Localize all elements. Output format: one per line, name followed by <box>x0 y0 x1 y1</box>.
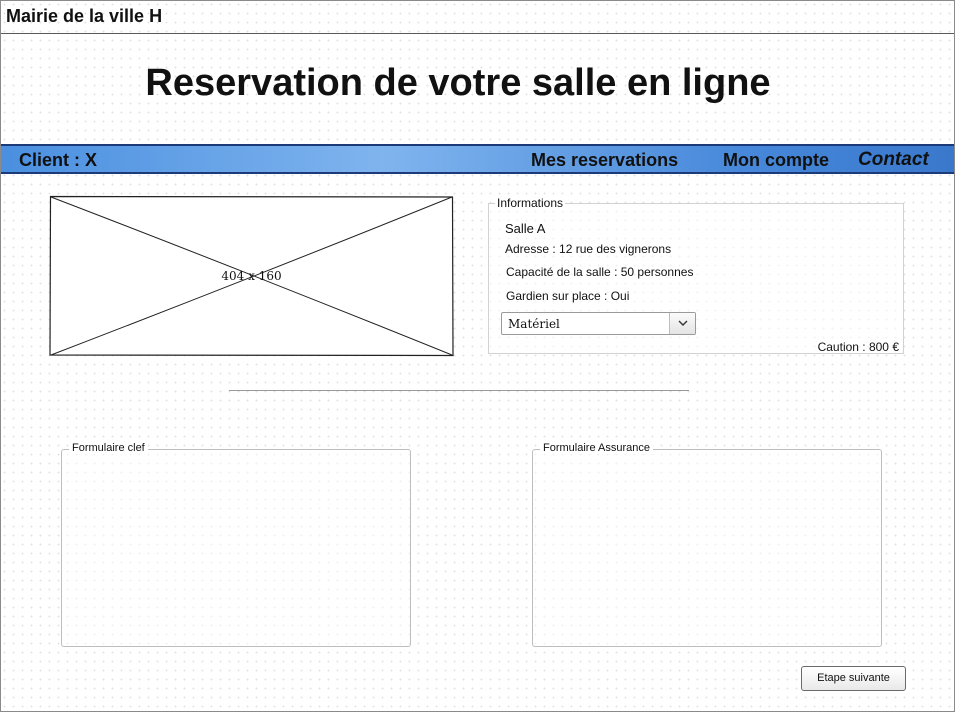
nav-link-contact[interactable]: Contact <box>858 149 929 171</box>
insurance-form-legend: Formulaire Assurance <box>540 442 653 454</box>
materiel-select-value: Matériel <box>508 317 560 331</box>
chevron-down-icon <box>678 320 688 326</box>
title-divider <box>1 33 954 34</box>
informations-panel: Informations Salle A Adresse : 12 rue de… <box>488 196 904 354</box>
app-title: Mairie de la ville H <box>6 6 163 26</box>
deposit-amount: Caution : 800 € <box>817 340 899 354</box>
page-title: Reservation de votre salle en ligne <box>145 62 771 104</box>
materiel-select[interactable]: Matériel <box>501 312 696 335</box>
room-caretaker: Gardien sur place : Oui <box>506 289 630 303</box>
informations-legend: Informations <box>495 196 566 210</box>
navigation-bar: Client : X Mes reservations Mon compte C… <box>1 144 954 174</box>
key-form-legend: Formulaire clef <box>69 442 148 454</box>
client-label: Client : X <box>19 150 98 170</box>
room-address: Adresse : 12 rue des vignerons <box>505 242 672 256</box>
key-form-panel[interactable]: Formulaire clef <box>61 442 411 647</box>
select-dropdown-button[interactable] <box>669 313 695 334</box>
nav-link-reservations[interactable]: Mes reservations <box>531 150 678 171</box>
section-divider <box>229 390 689 391</box>
image-dimension-label: 404 x 160 <box>221 269 282 283</box>
insurance-form-panel[interactable]: Formulaire Assurance <box>532 442 882 647</box>
room-capacity: Capacité de la salle : 50 personnes <box>506 265 694 279</box>
nav-link-account[interactable]: Mon compte <box>723 150 829 171</box>
room-image-placeholder: 404 x 160 <box>49 195 454 357</box>
room-name: Salle A <box>505 221 546 236</box>
next-step-button[interactable]: Etape suivante <box>801 666 906 691</box>
